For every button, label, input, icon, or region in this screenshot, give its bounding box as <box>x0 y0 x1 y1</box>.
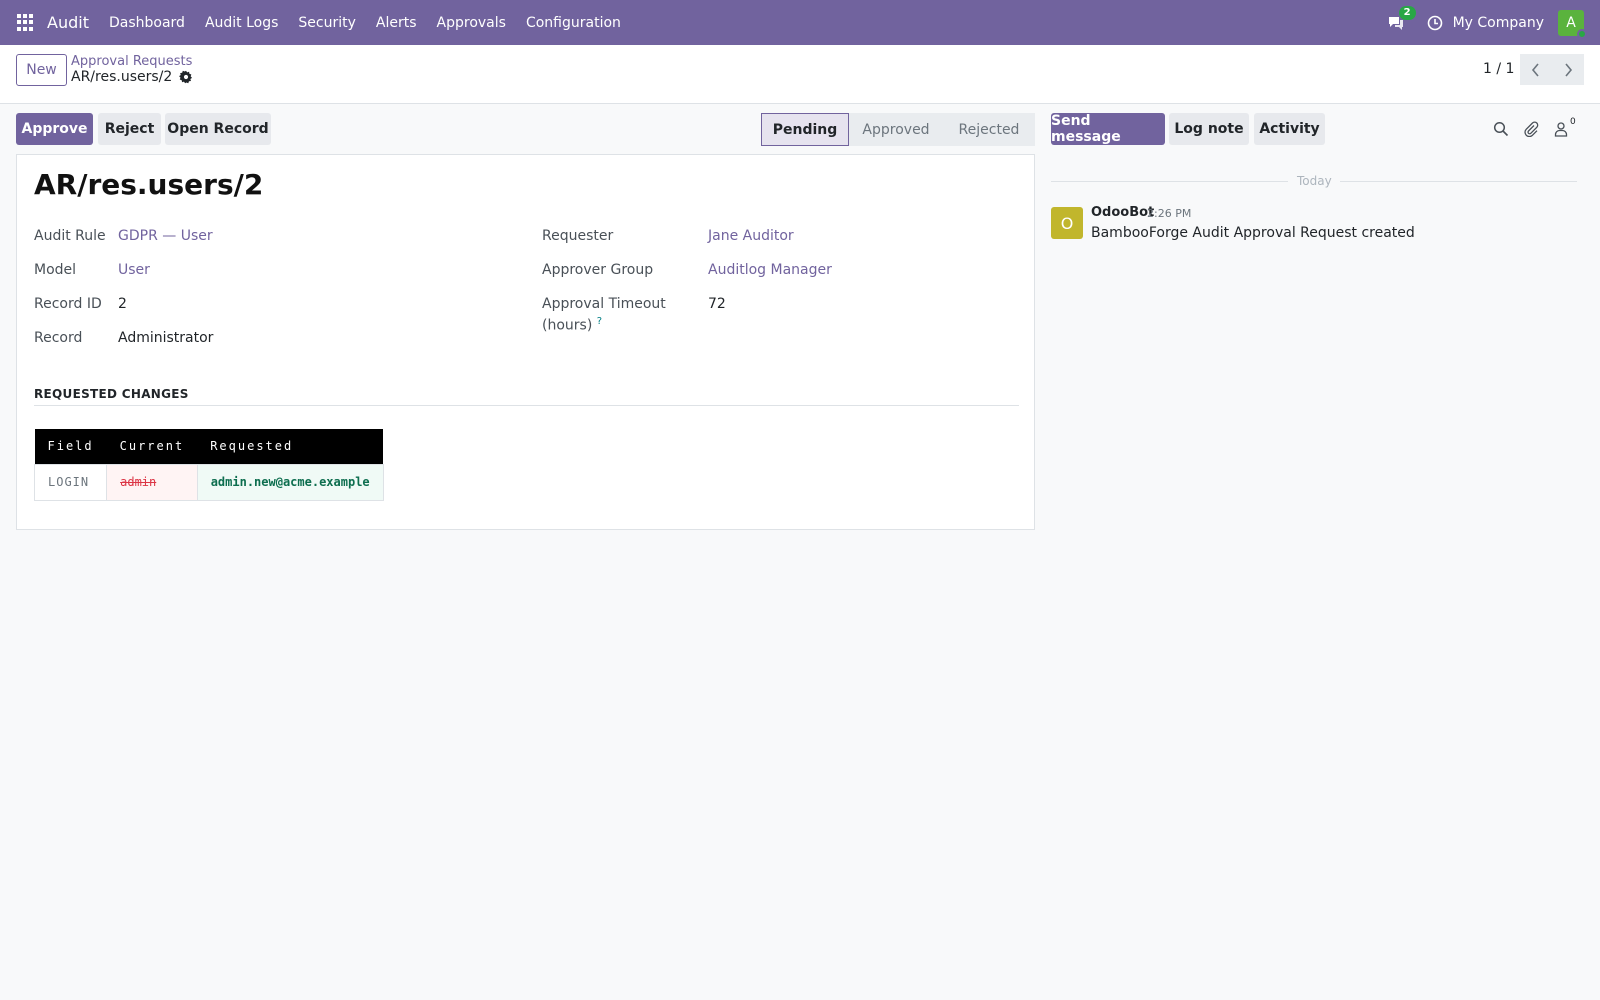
clock-icon <box>1427 15 1442 30</box>
company-switcher[interactable]: My Company <box>1453 15 1544 31</box>
top-navbar: Audit Dashboard Audit Logs Security Aler… <box>0 0 1600 45</box>
control-panel: New Approval Requests AR/res.users/2 1 /… <box>0 45 1600 104</box>
approval-timeout-label: Approval Timeout <box>542 296 666 312</box>
audit-rule-label: Audit Rule <box>34 228 106 244</box>
message-body: BambooForge Audit Approval Request creat… <box>1091 225 1415 241</box>
gear-icon[interactable] <box>179 70 193 84</box>
message-timestamp: 2:26 PM <box>1147 207 1192 220</box>
menu-alerts[interactable]: Alerts <box>376 15 417 31</box>
approval-timeout-unit-label: (hours) ? <box>542 316 602 334</box>
paperclip-icon[interactable] <box>1523 121 1539 137</box>
breadcrumb-parent[interactable]: Approval Requests <box>71 54 192 69</box>
menu-audit-logs[interactable]: Audit Logs <box>205 15 278 31</box>
activity-button-chatter[interactable]: Activity <box>1254 113 1325 145</box>
column-header-current: Current <box>106 429 198 464</box>
change-current-value: admin <box>106 463 198 501</box>
pager-previous-button[interactable] <box>1520 54 1552 85</box>
stage-approved[interactable]: Approved <box>849 113 943 146</box>
chevron-right-icon <box>1565 62 1573 77</box>
approval-timeout-value: 72 <box>708 296 726 312</box>
approval-timeout-unit: (hours) <box>542 317 593 334</box>
record-id-label: Record ID <box>34 296 102 312</box>
model-label: Model <box>34 262 77 278</box>
record-value: Administrator <box>118 330 214 346</box>
avatar-letter: A <box>1566 14 1576 31</box>
stage-rejected[interactable]: Rejected <box>943 113 1035 146</box>
audit-rule-link[interactable]: GDPR — User <box>118 228 213 244</box>
date-separator-line-right <box>1340 181 1577 182</box>
pager-value: 1 / 1 <box>1483 61 1515 77</box>
column-header-field: Field <box>34 429 107 464</box>
messaging-button[interactable]: 2 <box>1387 5 1416 32</box>
chevron-left-icon <box>1531 62 1539 77</box>
approver-group-link[interactable]: Auditlog Manager <box>708 262 832 278</box>
help-tooltip-icon[interactable]: ? <box>597 316 602 327</box>
breadcrumb: AR/res.users/2 <box>71 69 193 85</box>
date-separator: Today <box>1297 174 1332 188</box>
approver-group-label: Approver Group <box>542 262 654 278</box>
column-header-requested: Requested <box>197 429 384 464</box>
reject-button[interactable]: Reject <box>98 113 161 145</box>
table-row: LOGIN admin admin.new@acme.example <box>33 463 384 501</box>
section-divider <box>34 405 1019 406</box>
change-field: LOGIN <box>33 463 108 501</box>
record-label: Record <box>34 330 83 346</box>
message-author[interactable]: OdooBot <box>1091 205 1154 220</box>
section-title: REQUESTED CHANGES <box>34 387 189 401</box>
breadcrumb-current: AR/res.users/2 <box>71 69 173 85</box>
requester-label: Requester <box>542 228 614 244</box>
model-link[interactable]: User <box>118 262 150 278</box>
requester-link[interactable]: Jane Auditor <box>708 228 794 244</box>
menu-configuration[interactable]: Configuration <box>526 15 621 31</box>
message-count-badge: 2 <box>1398 5 1416 20</box>
app-brand[interactable]: Audit <box>47 13 89 32</box>
status-bar: Pending Approved Rejected <box>761 113 1035 146</box>
date-separator-line-left <box>1051 181 1288 182</box>
user-avatar[interactable]: A <box>1558 9 1587 39</box>
approve-button[interactable]: Approve <box>16 113 93 145</box>
log-note-button[interactable]: Log note <box>1169 113 1249 145</box>
new-button[interactable]: New <box>16 54 67 86</box>
message-author-avatar[interactable]: O <box>1051 207 1083 239</box>
change-requested-value: admin.new@acme.example <box>196 463 384 501</box>
app-grid-icon[interactable] <box>17 13 35 32</box>
send-message-button[interactable]: Send message <box>1051 113 1165 145</box>
activity-button[interactable] <box>1427 15 1443 31</box>
open-record-button[interactable]: Open Record <box>165 113 271 145</box>
record-title: AR/res.users/2 <box>34 168 264 201</box>
menu-approvals[interactable]: Approvals <box>437 15 506 31</box>
message-avatar-letter: O <box>1060 213 1074 233</box>
search-icon[interactable] <box>1493 121 1509 137</box>
online-status-dot <box>1577 28 1587 39</box>
stage-pending[interactable]: Pending <box>761 113 849 146</box>
record-id-value: 2 <box>118 296 127 312</box>
menu-security[interactable]: Security <box>298 15 356 31</box>
follower-icon[interactable] <box>1553 121 1569 137</box>
follower-count: 0 <box>1570 117 1576 127</box>
changes-table: Field Current Requested LOGIN admin admi… <box>33 429 384 501</box>
menu-dashboard[interactable]: Dashboard <box>109 15 185 31</box>
pager-next-button[interactable] <box>1552 54 1584 85</box>
form-sheet: AR/res.users/2 Audit Rule GDPR — User Mo… <box>16 154 1035 530</box>
